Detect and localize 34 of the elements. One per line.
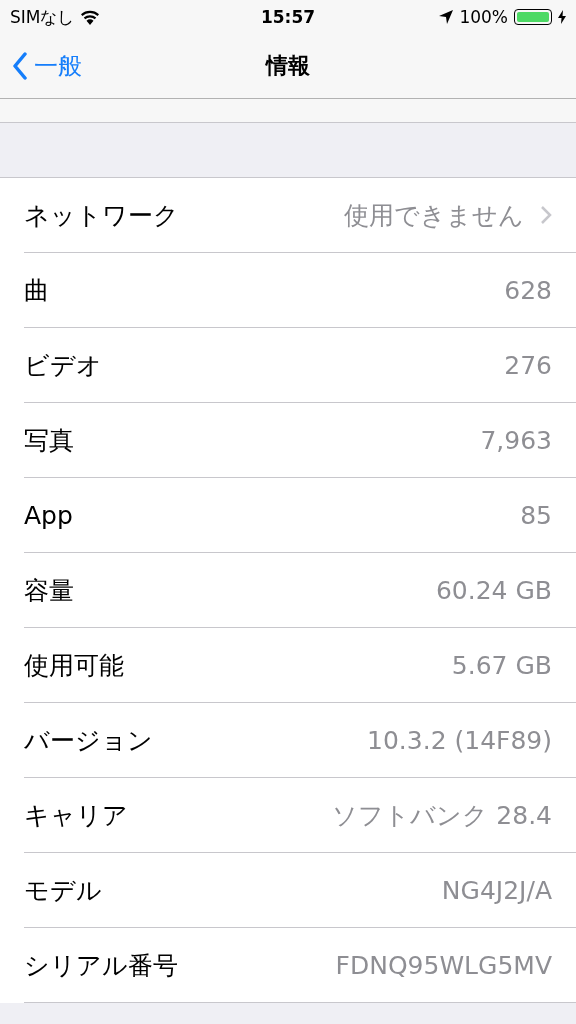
row-value: NG4J2J/A	[441, 875, 552, 905]
carrier-label: SIMなし	[10, 5, 75, 29]
row-label: ビデオ	[24, 349, 103, 382]
row-label: 使用可能	[24, 649, 125, 682]
row-value: 10.3.2 (14F89)	[367, 725, 552, 755]
network-row[interactable]: ネットワーク 使用できません	[24, 178, 576, 253]
row-label: App	[24, 500, 74, 530]
row-label: 写真	[24, 424, 75, 457]
row-value: 60.24 GB	[435, 575, 552, 605]
back-button[interactable]: 一般	[0, 50, 82, 82]
back-chevron-icon	[12, 52, 28, 80]
chevron-icon	[540, 205, 552, 225]
row-label: 曲	[24, 274, 50, 307]
row-value: 276	[504, 350, 552, 380]
row-value: 7,963	[480, 425, 552, 455]
row-value: 5.67 GB	[451, 650, 552, 680]
row-value: 85	[520, 500, 552, 530]
row-label: シリアル番号	[24, 949, 179, 982]
wifi-icon	[80, 9, 101, 25]
page-title: 情報	[266, 52, 310, 80]
row-value: ソフトバンク 28.4	[332, 799, 552, 832]
row-value: 628	[504, 275, 552, 305]
row-value: 使用できません	[344, 199, 524, 232]
row-label: 容量	[24, 574, 75, 607]
battery-icon	[514, 9, 552, 25]
charging-bolt-icon	[558, 10, 566, 24]
row-label: ネットワーク	[24, 199, 180, 232]
row-label: バージョン	[24, 724, 154, 757]
location-arrow-icon	[439, 10, 454, 24]
row-label: モデル	[24, 874, 103, 907]
row-value: FDNQ95WLG5MV	[335, 950, 552, 980]
row-label: キャリア	[24, 799, 129, 832]
clock-time: 15:57	[260, 7, 316, 27]
battery-percentage: 100%	[459, 7, 508, 27]
